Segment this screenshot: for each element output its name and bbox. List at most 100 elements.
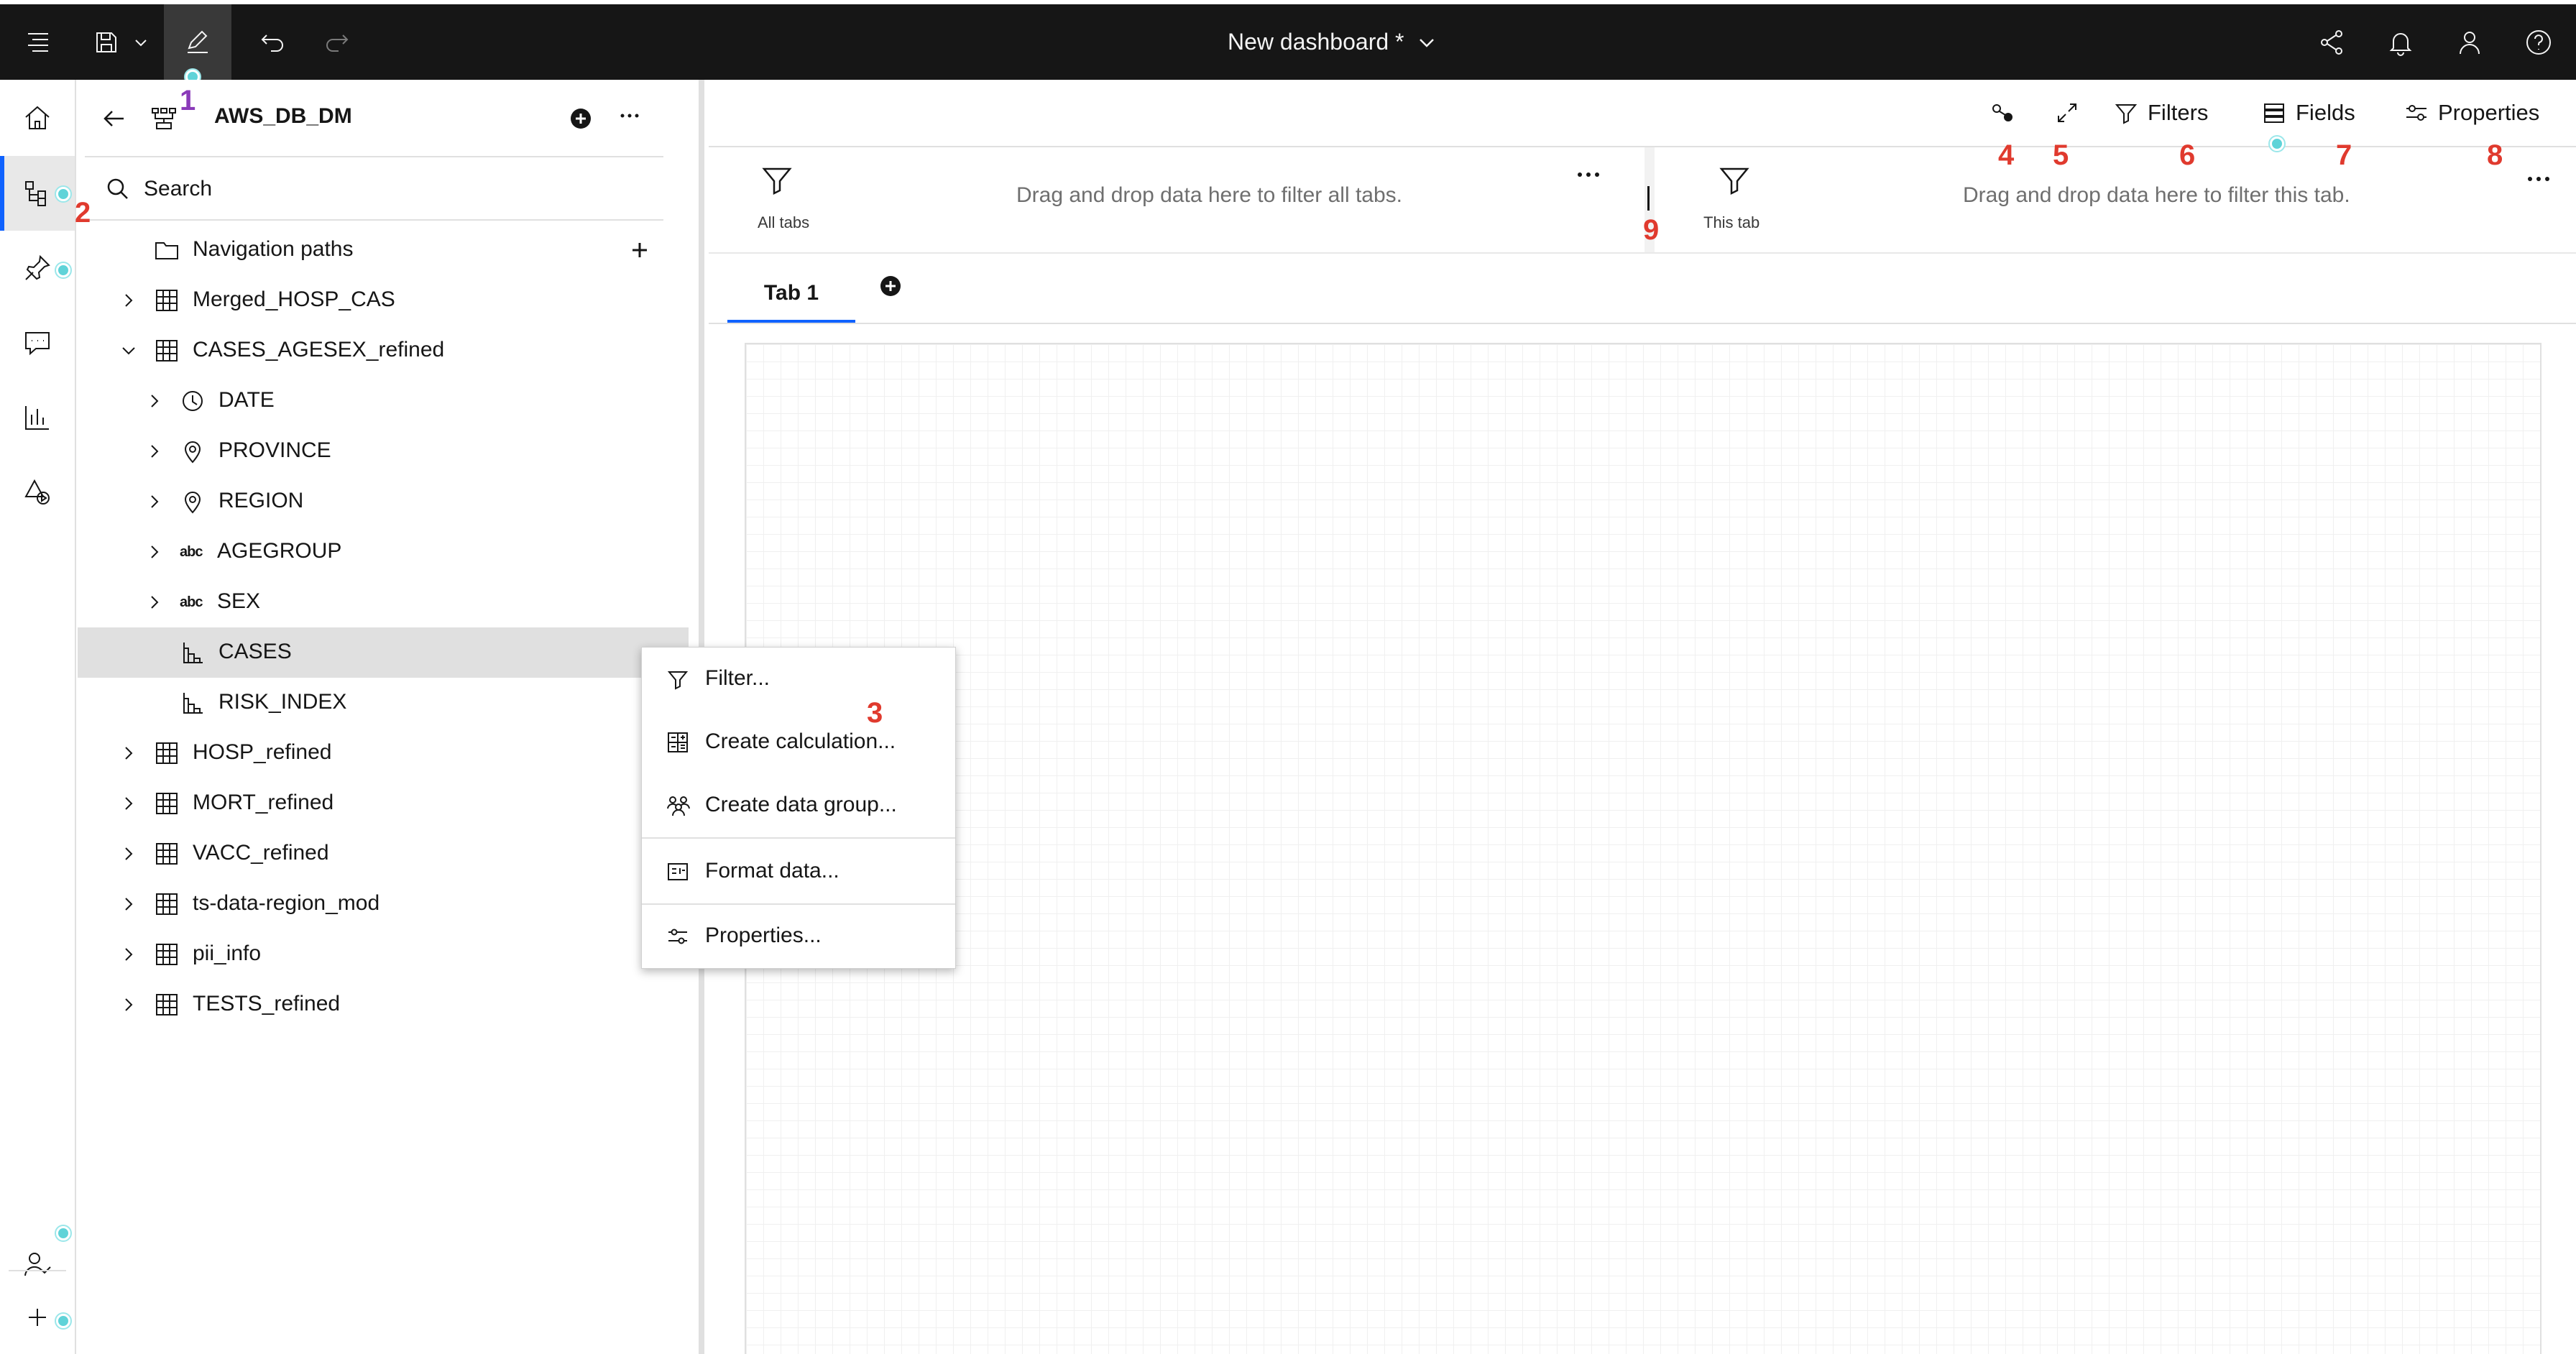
tree-item-cases[interactable]: CASES <box>78 627 689 678</box>
user-icon[interactable] <box>2441 4 2498 80</box>
annotation-number: 9 <box>1643 214 1660 246</box>
tab-1[interactable]: Tab 1 <box>727 274 855 323</box>
all-tabs-overflow-icon[interactable] <box>1574 167 1603 182</box>
add-navigation-path-icon[interactable] <box>627 237 653 263</box>
tree-item-merged-hosp-cas[interactable]: Merged_HOSP_CAS <box>78 275 689 326</box>
search-input[interactable] <box>144 173 647 205</box>
chevron-right-icon[interactable] <box>144 541 165 563</box>
relationships-icon[interactable] <box>1988 93 2017 133</box>
properties-button[interactable]: Properties <box>2404 93 2539 133</box>
tree-item-label: PROVINCE <box>218 438 331 462</box>
pin-hotspot-dot <box>56 263 70 277</box>
tree-item-region[interactable]: REGION <box>78 476 689 527</box>
edit-pencil-icon[interactable] <box>164 4 231 80</box>
table-icon <box>154 287 180 313</box>
help-icon[interactable] <box>2510 4 2567 80</box>
chevron-right-icon[interactable] <box>118 290 139 311</box>
annotation-number: 8 <box>2487 139 2503 171</box>
overflow-menu-icon[interactable] <box>615 101 644 130</box>
tree-item-hosp-refined[interactable]: HOSP_refined <box>78 728 638 778</box>
data-module-icon <box>150 104 178 133</box>
tree-item-pii-info[interactable]: pii_info <box>78 929 689 980</box>
menu-separator <box>642 837 955 839</box>
measure-icon <box>180 640 206 666</box>
menu-item-properties[interactable]: Properties... <box>642 905 955 967</box>
shapes-icon[interactable] <box>0 455 75 530</box>
tree-item-ts-data-region-mod[interactable]: ts-data-region_mod <box>78 879 689 929</box>
table-icon <box>154 891 180 917</box>
tree-item-label: Merged_HOSP_CAS <box>193 287 395 311</box>
filter-icon <box>667 671 689 690</box>
tree-item-agegroup[interactable]: abc AGEGROUP <box>78 527 689 577</box>
dashboard-toolbar: Filters Fields Properties <box>709 80 2576 144</box>
menu-item-filter[interactable]: Filter... <box>642 648 955 709</box>
text-type-icon: abc <box>180 544 203 560</box>
context-menu: Filter... Create calculation... Create d… <box>641 647 956 969</box>
fields-button[interactable]: Fields <box>2261 93 2355 133</box>
chevron-right-icon[interactable] <box>118 793 139 814</box>
add-tab-icon[interactable] <box>877 272 904 300</box>
dashboard-canvas[interactable] <box>745 343 2542 1354</box>
location-pin-icon <box>180 489 206 515</box>
chevron-right-icon[interactable] <box>118 944 139 965</box>
all-tabs-filter-zone[interactable] <box>752 162 802 198</box>
chevron-right-icon[interactable] <box>144 390 165 412</box>
tree-item-label: TESTS_refined <box>193 992 341 1015</box>
tree-item-cases-agesex-refined[interactable]: CASES_AGESEX_refined <box>78 326 689 376</box>
chevron-right-icon[interactable] <box>118 843 139 865</box>
plus-hotspot-dot <box>56 1314 70 1328</box>
tree-item-mort-refined[interactable]: MORT_refined <box>78 778 638 829</box>
save-icon[interactable] <box>85 4 128 80</box>
chevron-right-icon[interactable] <box>144 491 165 512</box>
chevron-down-icon[interactable] <box>118 340 139 361</box>
tree-item-label: MORT_refined <box>193 791 334 814</box>
filter-icon <box>1719 167 1749 195</box>
chevron-right-icon[interactable] <box>118 893 139 915</box>
sliders-icon <box>2406 105 2426 121</box>
tree-item-province[interactable]: PROVINCE <box>78 426 689 476</box>
tree-item-label: pii_info <box>193 941 262 965</box>
chevron-down-icon[interactable] <box>128 4 154 80</box>
filter-icon <box>2115 104 2138 124</box>
tabs-row: Tab 1 <box>709 255 2576 324</box>
tree-item-navigation-paths[interactable]: Navigation paths <box>78 225 689 275</box>
home-icon[interactable] <box>0 80 75 155</box>
undo-icon[interactable] <box>244 4 300 80</box>
annotation-number: 5 <box>2053 139 2069 171</box>
tree-item-tests-refined[interactable]: TESTS_refined <box>78 980 689 1030</box>
add-source-icon[interactable] <box>566 104 595 133</box>
tree-item-sex[interactable]: abc SEX <box>78 577 689 627</box>
chevron-right-icon[interactable] <box>118 994 139 1015</box>
chevron-right-icon[interactable] <box>144 441 165 462</box>
folder-icon <box>154 237 180 263</box>
back-arrow-icon[interactable] <box>99 104 128 133</box>
clock-icon <box>180 388 206 414</box>
tree-item-risk-index[interactable]: RISK_INDEX <box>78 678 689 728</box>
redo-icon[interactable] <box>309 4 365 80</box>
tree-item-date[interactable]: DATE <box>78 376 689 426</box>
data-sources-panel: AWS_DB_DM Navigation paths Merged_HOSP_C… <box>78 80 694 1354</box>
menu-item-format-data[interactable]: Format data... <box>642 840 955 902</box>
menu-item-create-data-group[interactable]: Create data group... <box>642 774 955 836</box>
chat-icon[interactable] <box>0 305 75 380</box>
title-chevron-down-icon[interactable] <box>1416 32 1438 53</box>
chart-icon[interactable] <box>0 380 75 455</box>
expand-icon[interactable] <box>2053 93 2082 133</box>
filters-button[interactable]: Filters <box>2113 93 2208 133</box>
sliders-icon <box>668 929 687 944</box>
chevron-right-icon[interactable] <box>118 742 139 764</box>
app-menu-icon[interactable] <box>10 4 66 80</box>
annotation-number: 3 <box>867 697 883 729</box>
fields-label: Fields <box>2296 100 2355 125</box>
this-tab-overflow-icon[interactable] <box>2524 172 2553 186</box>
calculation-icon <box>668 732 688 752</box>
dashboard-title[interactable]: New dashboard * <box>1228 4 1404 80</box>
this-tab-drop-hint: Drag and drop data here to filter this t… <box>1963 183 2350 207</box>
chevron-right-icon[interactable] <box>144 591 165 613</box>
share-icon[interactable] <box>2303 4 2360 80</box>
filters-label: Filters <box>2148 100 2209 125</box>
menu-item-create-calculation[interactable]: Create calculation... <box>642 711 955 773</box>
notification-bell-icon[interactable] <box>2372 4 2429 80</box>
tree-item-vacc-refined[interactable]: VACC_refined <box>78 829 638 879</box>
this-tab-filter-zone[interactable] <box>1709 162 1760 198</box>
